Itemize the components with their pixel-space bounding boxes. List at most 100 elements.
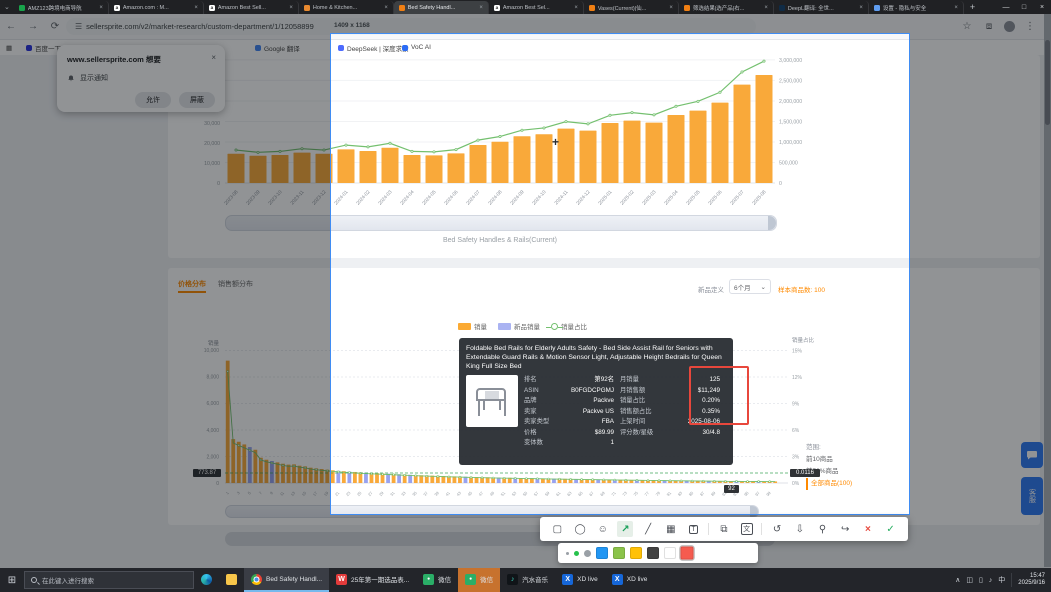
arrow-tool[interactable]: ↗ bbox=[617, 521, 633, 537]
toolbar-separator bbox=[708, 523, 709, 535]
tab-close-icon[interactable]: × bbox=[382, 5, 388, 11]
tab-close-icon[interactable]: × bbox=[667, 5, 673, 11]
toolbar-separator bbox=[761, 523, 762, 535]
taskbar-item-label: 微信 bbox=[438, 574, 451, 584]
tab-label: Vases(Current)|仙... bbox=[598, 4, 664, 12]
tray-icon[interactable]: ▯ bbox=[979, 576, 983, 584]
taskbar-item-edge[interactable] bbox=[194, 568, 219, 592]
color-swatch[interactable] bbox=[596, 547, 608, 559]
taskbar-item-wechat[interactable]: ● 微信 bbox=[458, 568, 500, 592]
stroke-size-5[interactable] bbox=[574, 551, 579, 556]
pin-image-tool-glyph: ⧉ bbox=[720, 524, 727, 535]
line-tool[interactable]: ╱ bbox=[640, 521, 656, 537]
tab-close-icon[interactable]: × bbox=[762, 5, 768, 11]
tray-icon[interactable]: ♪ bbox=[989, 577, 993, 584]
rect-tool[interactable]: ▢ bbox=[549, 521, 565, 537]
tab-close-icon[interactable]: × bbox=[192, 5, 198, 11]
tab-close-icon[interactable]: × bbox=[97, 5, 103, 11]
taskbar-item-xd[interactable]: X XD live bbox=[555, 568, 605, 592]
text-tool[interactable]: T bbox=[686, 521, 702, 537]
browser-tab-8[interactable]: DeepL翻译: 全世...× bbox=[774, 1, 869, 14]
color-swatch[interactable] bbox=[647, 547, 659, 559]
tray-icon[interactable]: ◫ bbox=[966, 576, 973, 584]
undo-button[interactable]: ↺ bbox=[769, 521, 785, 537]
share-button[interactable]: ↪ bbox=[837, 521, 853, 537]
confirm-button[interactable]: ✓ bbox=[883, 521, 899, 537]
close-button[interactable]: × bbox=[1033, 4, 1051, 11]
mosaic-tool[interactable]: ▦ bbox=[663, 521, 679, 537]
pin-button-glyph: ⚲ bbox=[819, 524, 826, 535]
browser-tab-0[interactable]: AMZ123跨境电商导航× bbox=[14, 1, 109, 14]
stroke-size-7[interactable] bbox=[584, 550, 591, 557]
taskbar-item-qishui[interactable]: ♪ 汽水音乐 bbox=[500, 568, 555, 592]
taskbar-search[interactable]: 在此键入进行搜索 bbox=[24, 571, 194, 589]
tab-label: DeepL翻译: 全世... bbox=[788, 4, 854, 12]
screenshot-selection-border[interactable] bbox=[330, 33, 910, 515]
taskbar-item-label: 汽水音乐 bbox=[522, 574, 548, 584]
taskbar-item-folder[interactable] bbox=[219, 568, 244, 592]
tab-favicon bbox=[684, 5, 690, 11]
share-button-glyph: ↪ bbox=[841, 524, 849, 535]
tab-search-chevron-icon[interactable]: ⌄ bbox=[0, 3, 14, 11]
tab-close-icon[interactable]: × bbox=[477, 5, 483, 11]
minimize-button[interactable]: — bbox=[997, 4, 1015, 11]
taskbar-item-chrome[interactable]: Bed Safety Handl... bbox=[244, 568, 329, 592]
browser-tab-9[interactable]: 设置 - 隐私与安全× bbox=[869, 1, 964, 14]
tab-favicon: a bbox=[494, 5, 500, 11]
taskbar-item-xd[interactable]: X XD live bbox=[605, 568, 655, 592]
new-tab-button[interactable]: + bbox=[964, 2, 981, 12]
wps-icon: W bbox=[336, 574, 347, 585]
dim-overlay-top bbox=[0, 14, 1051, 33]
browser-tab-1[interactable]: aAmazon.com : M...× bbox=[109, 1, 204, 14]
taskbar-items: Bed Safety Handl...W25年第一期选品表...●微信●微信♪汽… bbox=[194, 568, 654, 592]
color-swatch[interactable] bbox=[630, 547, 642, 559]
sticker-tool-glyph: ☺ bbox=[598, 524, 608, 535]
window-controls: —□× bbox=[997, 0, 1051, 14]
browser-tab-7[interactable]: 筛选结果|选产品|右...× bbox=[679, 1, 774, 14]
tab-favicon bbox=[19, 5, 25, 11]
tab-close-icon[interactable]: × bbox=[287, 5, 293, 11]
taskbar-item-label: XD live bbox=[577, 576, 598, 583]
selection-size-label: 1409 x 1168 bbox=[334, 22, 370, 29]
maximize-button[interactable]: □ bbox=[1015, 4, 1033, 11]
browser-tab-3[interactable]: Home & Kitchen...× bbox=[299, 1, 394, 14]
xd-icon: X bbox=[562, 574, 573, 585]
tab-favicon bbox=[874, 5, 880, 11]
pin-button[interactable]: ⚲ bbox=[814, 521, 830, 537]
tab-close-icon[interactable]: × bbox=[952, 5, 958, 11]
folder-icon bbox=[226, 574, 237, 585]
taskbar-item-wechat[interactable]: ●微信 bbox=[416, 568, 458, 592]
taskbar-clock[interactable]: 15:472025/9/16 bbox=[1011, 573, 1045, 587]
sticker-tool[interactable]: ☺ bbox=[595, 521, 611, 537]
qishui-icon: ♪ bbox=[507, 574, 518, 585]
ocr-tool[interactable]: 文 bbox=[739, 521, 755, 537]
tray-icon[interactable]: 中 bbox=[998, 575, 1005, 585]
xd-icon: X bbox=[612, 574, 623, 585]
browser-tab-2[interactable]: aAmazon Best Sell...× bbox=[204, 1, 299, 14]
tab-label: Home & Kitchen... bbox=[313, 5, 379, 11]
stroke-size-3[interactable] bbox=[566, 552, 569, 555]
taskbar-item-wps[interactable]: W25年第一期选品表... bbox=[329, 568, 416, 592]
clock-date: 2025/9/16 bbox=[1018, 580, 1045, 587]
browser-tab-6[interactable]: Vases(Current)|仙...× bbox=[584, 1, 679, 14]
cancel-button[interactable]: × bbox=[860, 521, 876, 537]
taskbar-item-label: 微信 bbox=[480, 574, 493, 584]
browser-tab-5[interactable]: aAmazon Best Sel...× bbox=[489, 1, 584, 14]
tray-icon[interactable]: ∧ bbox=[955, 576, 960, 584]
start-button[interactable]: ⊞ bbox=[0, 575, 24, 586]
wechat-icon: ● bbox=[465, 574, 476, 585]
color-swatch[interactable] bbox=[664, 547, 676, 559]
taskbar-item-label: XD live bbox=[627, 576, 648, 583]
tab-close-icon[interactable]: × bbox=[857, 5, 863, 11]
browser-tab-4[interactable]: Bed Safety Handl...× bbox=[394, 1, 489, 14]
tab-label: Amazon.com : M... bbox=[123, 5, 189, 11]
pin-image-tool[interactable]: ⧉ bbox=[716, 521, 732, 537]
save-button[interactable]: ⇩ bbox=[792, 521, 808, 537]
save-button-glyph: ⇩ bbox=[796, 524, 804, 535]
ellipse-tool[interactable]: ◯ bbox=[572, 521, 588, 537]
color-swatch[interactable] bbox=[613, 547, 625, 559]
system-tray: ∧ ◫ ▯ ♪ 中 15:472025/9/16 bbox=[955, 573, 1051, 587]
tab-favicon: a bbox=[114, 5, 120, 11]
color-swatch[interactable] bbox=[680, 546, 693, 559]
tab-close-icon[interactable]: × bbox=[572, 5, 578, 11]
